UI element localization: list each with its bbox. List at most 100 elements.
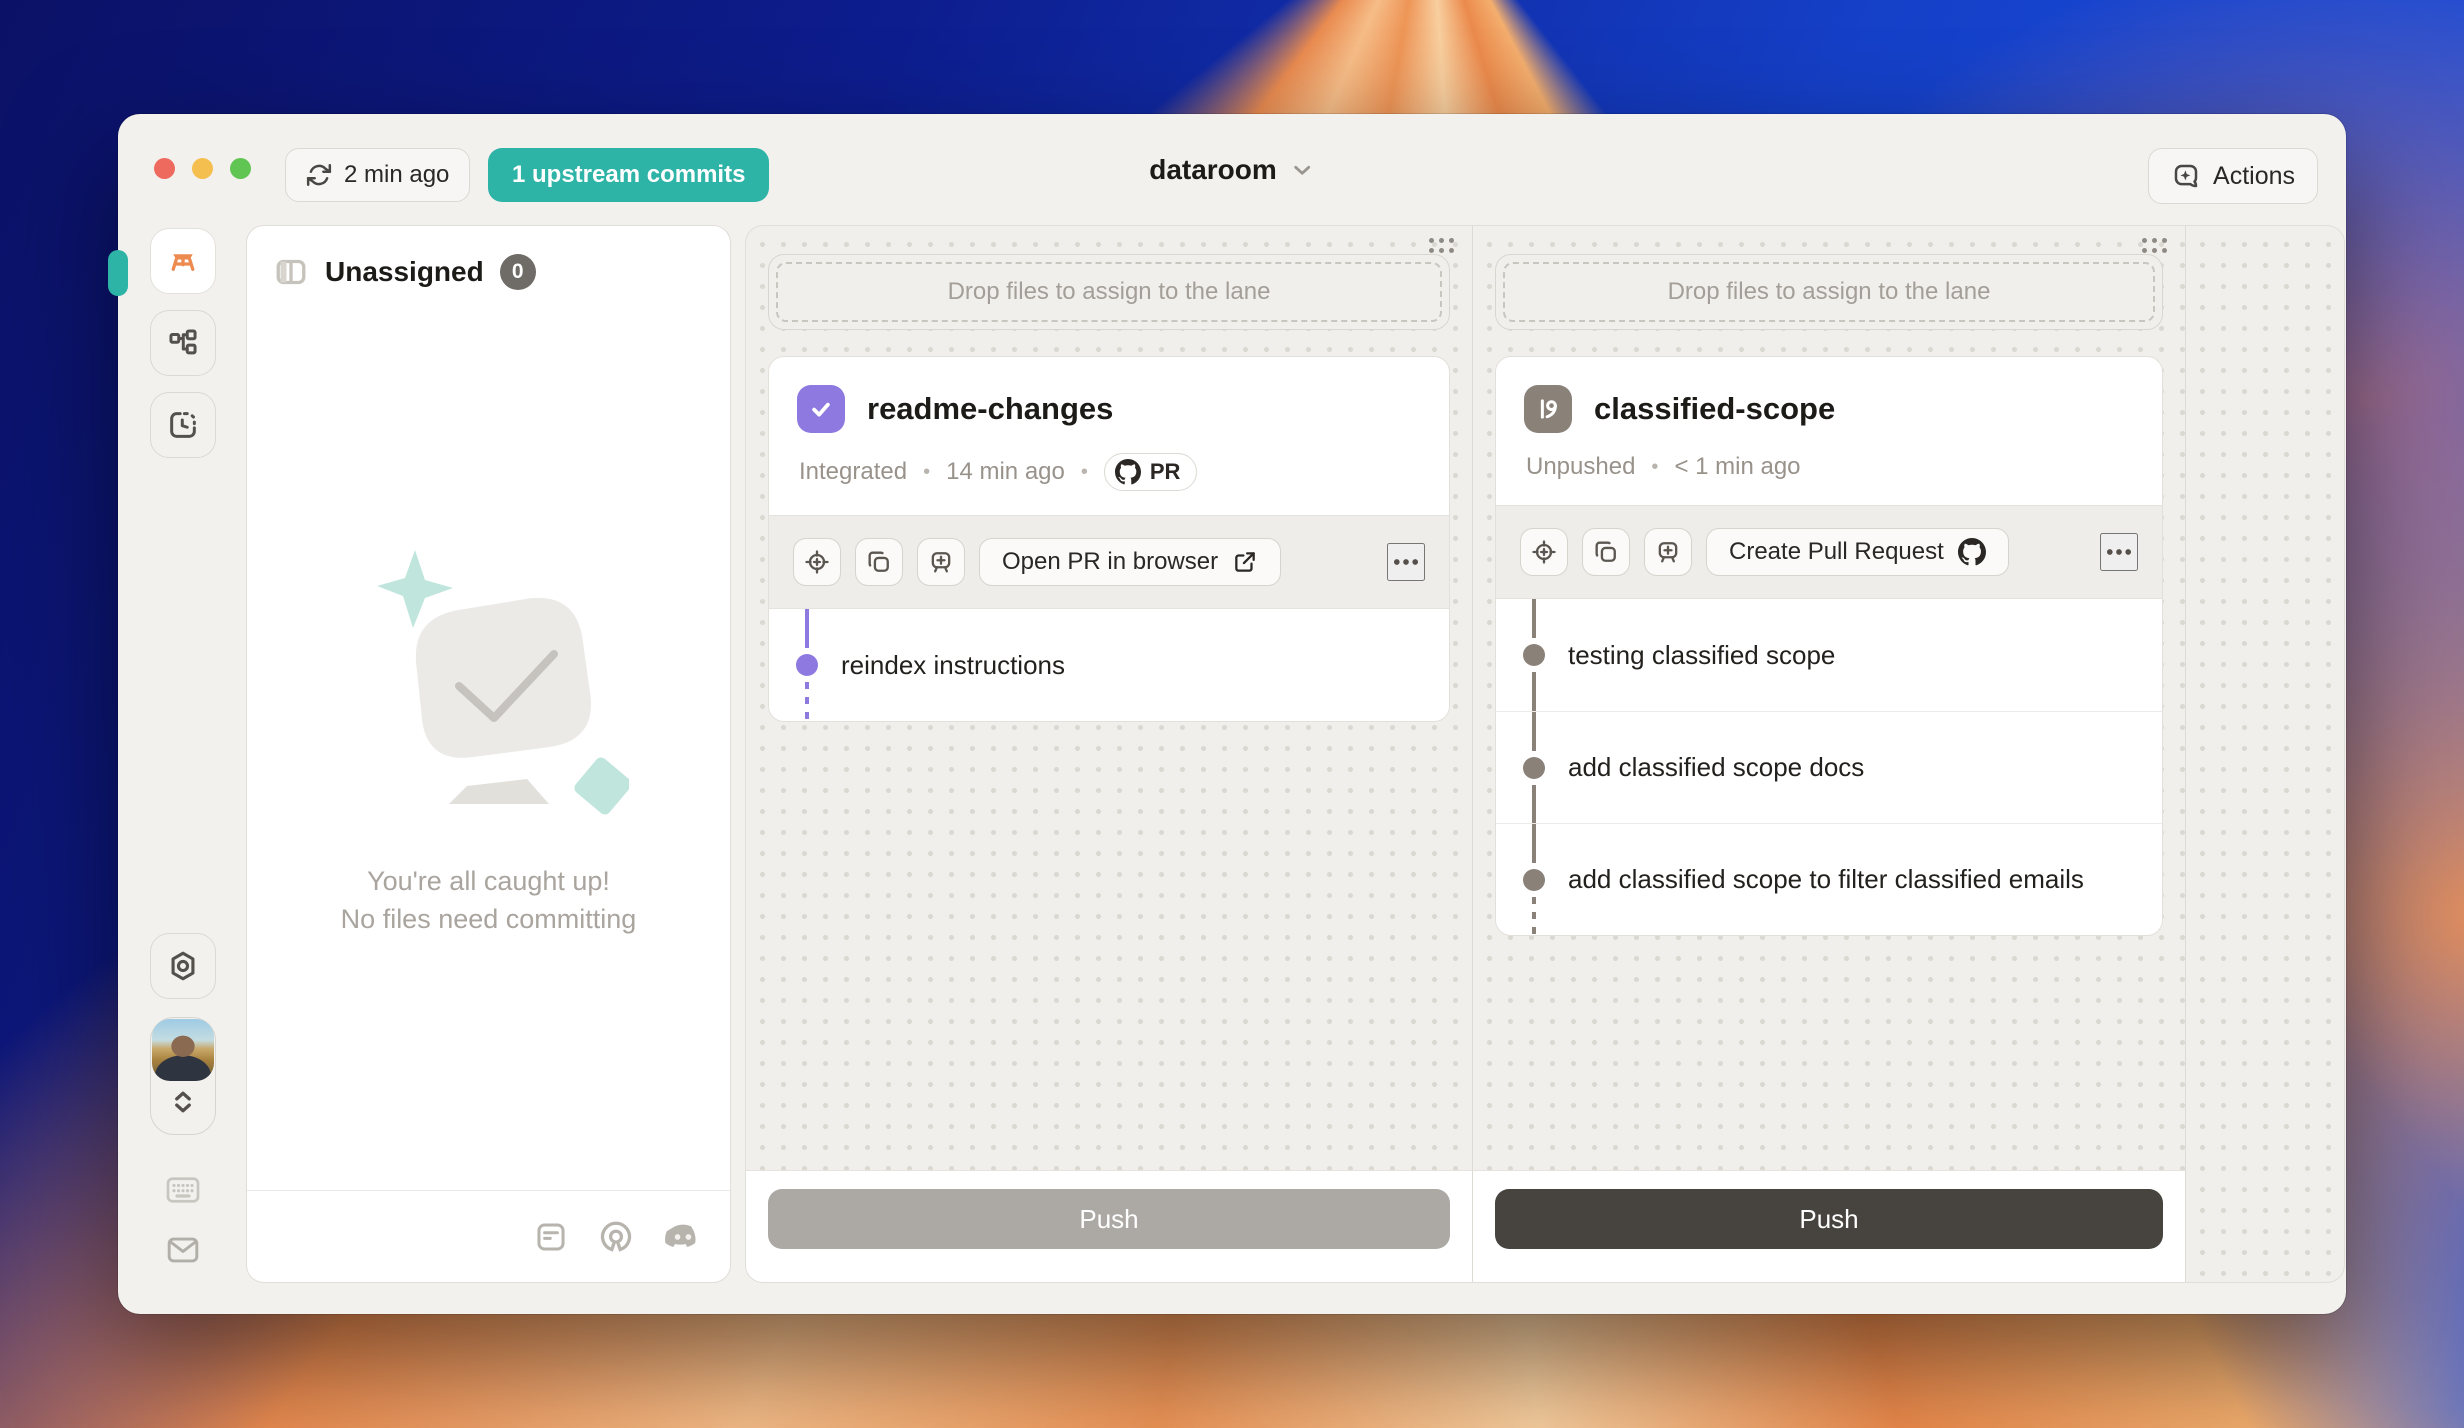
branch-status: Integrated [799, 458, 907, 486]
branch-name[interactable]: classified-scope [1594, 391, 1835, 427]
commit-message: reindex instructions [841, 650, 1065, 681]
lane-canvas [2186, 226, 2344, 1282]
branch-menu-ellipsis-icon[interactable] [2100, 533, 2138, 571]
empty-state-line1: You're all caught up! [247, 862, 730, 900]
lane-classified-scope: Drop files to assign to the lane [1473, 226, 2186, 1282]
commit-dot-icon [1523, 869, 1545, 891]
upstream-commits-label: 1 upstream commits [512, 161, 745, 189]
mail-feedback-button[interactable] [165, 1234, 201, 1266]
branch-toolbar: Open PR in browser [769, 515, 1449, 609]
drag-dots-icon[interactable] [1429, 238, 1454, 253]
branch-menu-ellipsis-icon[interactable] [1387, 543, 1425, 581]
target-commit-icon[interactable] [793, 538, 841, 586]
open-pr-button[interactable]: Open PR in browser [979, 538, 1281, 586]
push-button[interactable]: Push [768, 1189, 1450, 1249]
split-panel-icon [273, 254, 309, 290]
branch-card-header: readme-changes Integrated • 14 min ago • [769, 357, 1449, 515]
commit-dot-icon [1523, 644, 1545, 666]
settings-button[interactable] [150, 933, 216, 999]
commit-dot-icon [1523, 757, 1545, 779]
branch-name[interactable]: readme-changes [867, 391, 1113, 427]
drop-zone-hint: Drop files to assign to the lane [776, 262, 1442, 322]
profile-switcher-chevrons-icon [151, 1085, 215, 1119]
add-dependent-branch-icon[interactable] [917, 538, 965, 586]
sidebar-item-workspace[interactable] [150, 228, 216, 294]
branch-card-readme-changes: readme-changes Integrated • 14 min ago • [768, 356, 1450, 722]
unassigned-panel: Unassigned 0 You're all caught up! No fi… [246, 225, 731, 1283]
open-pr-label: Open PR in browser [1002, 548, 1218, 576]
create-pr-label: Create Pull Request [1729, 538, 1944, 566]
sparkle-box-icon [2171, 161, 2201, 191]
drag-dots-icon[interactable] [2142, 238, 2167, 253]
pr-badge[interactable]: PR [1104, 453, 1198, 491]
copy-branch-icon[interactable] [855, 538, 903, 586]
branch-meta: Integrated • 14 min ago • PR [797, 453, 1421, 491]
chevron-down-icon [1289, 157, 1315, 183]
commit-row[interactable]: add classified scope to filter classifie… [1496, 823, 2162, 935]
sync-arrows-icon [306, 162, 332, 188]
minimize-window-button[interactable] [192, 158, 213, 179]
github-icon [1115, 459, 1141, 485]
sidebar-item-history[interactable] [150, 392, 216, 458]
lane-readme-changes: Drop files to assign to the lane readme-… [746, 226, 1473, 1282]
discord-icon[interactable] [664, 1222, 702, 1252]
history-clock-icon [166, 408, 200, 442]
open-source-icon[interactable] [598, 1219, 634, 1255]
copy-branch-icon[interactable] [1582, 528, 1630, 576]
branch-toolbar: Create Pull Request [1496, 505, 2162, 599]
local-branch-icon [1524, 385, 1572, 433]
commit-message: add classified scope to filter classifie… [1568, 864, 2084, 895]
commit-message: add classified scope docs [1568, 752, 1864, 783]
empty-state-line2: No files need committing [247, 900, 730, 938]
drop-zone: Drop files to assign to the lane [1495, 254, 2163, 330]
lane-stub [2186, 226, 2344, 1282]
create-pr-button[interactable]: Create Pull Request [1706, 528, 2009, 576]
sidebar-item-branches[interactable] [150, 310, 216, 376]
actions-button[interactable]: Actions [2148, 148, 2318, 204]
commit-row[interactable]: reindex instructions [769, 609, 1449, 721]
branch-card-classified-scope: classified-scope Unpushed • < 1 min ago [1495, 356, 2163, 936]
close-window-button[interactable] [154, 158, 175, 179]
commit-dot-icon [796, 654, 818, 676]
empty-state-illustration [349, 536, 629, 836]
branch-time: 14 min ago [946, 458, 1065, 486]
branch-meta: Unpushed • < 1 min ago [1524, 453, 2134, 481]
push-button[interactable]: Push [1495, 1189, 2163, 1249]
upstream-commits-button[interactable]: 1 upstream commits [488, 148, 769, 202]
commit-message: testing classified scope [1568, 640, 1835, 671]
unassigned-count-badge: 0 [500, 254, 536, 290]
lanes-board: Drop files to assign to the lane readme-… [745, 225, 2345, 1283]
commit-row[interactable]: testing classified scope [1496, 599, 2162, 711]
gitbutler-window: 2 min ago 1 upstream commits dataroom Ac… [118, 114, 2346, 1314]
keyboard-shortcuts-button[interactable] [165, 1175, 201, 1205]
project-selector[interactable]: dataroom [1149, 154, 1315, 186]
fetch-status-button[interactable]: 2 min ago [285, 148, 470, 202]
changelog-icon[interactable] [534, 1220, 568, 1254]
drawer-handle[interactable] [108, 250, 128, 296]
project-name: dataroom [1149, 154, 1277, 186]
unassigned-header: Unassigned 0 [247, 226, 730, 318]
commit-list: testing classified scope add classified … [1496, 599, 2162, 935]
zoom-window-button[interactable] [230, 158, 251, 179]
actions-label: Actions [2213, 162, 2295, 191]
empty-state: You're all caught up! No files need comm… [247, 536, 730, 938]
profile-switcher[interactable] [150, 1017, 216, 1135]
unassigned-footer [247, 1190, 730, 1282]
branch-card-header: classified-scope Unpushed • < 1 min ago [1496, 357, 2162, 505]
lane-canvas: Drop files to assign to the lane readme-… [746, 226, 1472, 1170]
branch-status: Unpushed [1526, 453, 1635, 481]
lane-footer: Push [1473, 1170, 2185, 1282]
integrated-check-icon [797, 385, 845, 433]
workspace-table-icon [165, 243, 201, 279]
lane-footer: Push [746, 1170, 1472, 1282]
drop-zone-hint: Drop files to assign to the lane [1503, 262, 2155, 322]
traffic-lights [154, 158, 251, 179]
avatar[interactable] [152, 1019, 214, 1081]
branch-time: < 1 min ago [1674, 453, 1800, 481]
external-link-icon [1232, 549, 1258, 575]
commit-row[interactable]: add classified scope docs [1496, 711, 2162, 823]
add-dependent-branch-icon[interactable] [1644, 528, 1692, 576]
target-commit-icon[interactable] [1520, 528, 1568, 576]
drop-zone: Drop files to assign to the lane [768, 254, 1450, 330]
branches-icon [166, 326, 200, 360]
